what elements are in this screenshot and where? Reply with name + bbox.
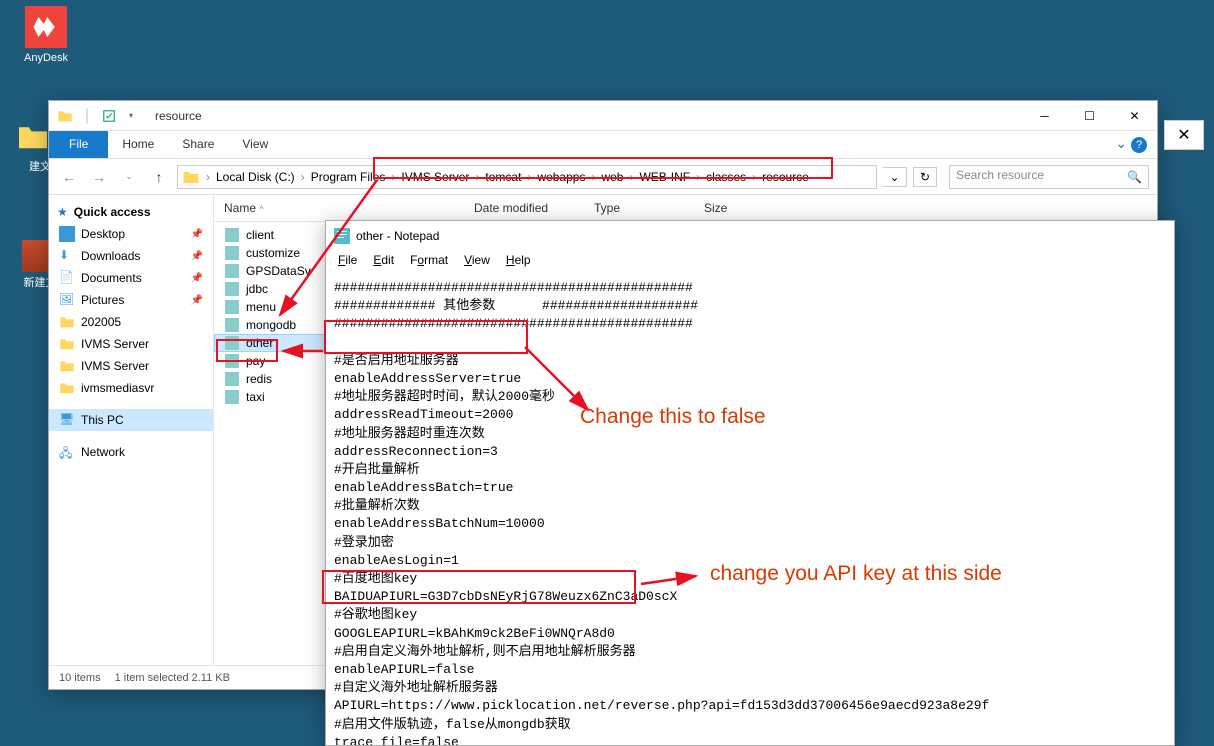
ribbon: File Home Share View ⌄ ? bbox=[49, 131, 1157, 159]
notepad-titlebar: other - Notepad bbox=[326, 221, 1174, 251]
pictures-icon: 🖼 bbox=[59, 292, 75, 308]
nav-up-button[interactable]: ↑ bbox=[147, 165, 171, 189]
column-size[interactable]: Size bbox=[694, 195, 774, 221]
sidebar-item-folder[interactable]: 202005 bbox=[49, 311, 213, 333]
breadcrumb-item[interactable]: WEB-INF bbox=[635, 168, 694, 186]
downloads-icon: ⬇ bbox=[59, 248, 75, 264]
folder-icon bbox=[15, 123, 51, 151]
file-icon bbox=[224, 282, 240, 296]
ribbon-help-button[interactable]: ⌄ ? bbox=[1105, 131, 1157, 158]
ribbon-share-tab[interactable]: Share bbox=[168, 131, 228, 158]
file-icon bbox=[224, 300, 240, 314]
menu-file[interactable]: File bbox=[330, 251, 365, 273]
file-icon bbox=[224, 318, 240, 332]
ribbon-home-tab[interactable]: Home bbox=[108, 131, 168, 158]
sidebar-item-this-pc[interactable]: 🖥This PC bbox=[49, 409, 213, 431]
documents-icon: 📄 bbox=[59, 270, 75, 286]
breadcrumb[interactable]: › Local Disk (C:)› Program Files› IVMS S… bbox=[177, 165, 877, 189]
refresh-button[interactable]: ↻ bbox=[913, 167, 937, 187]
nav-forward-button[interactable]: → bbox=[87, 165, 111, 189]
menu-edit[interactable]: Edit bbox=[365, 251, 402, 273]
qat-properties[interactable] bbox=[99, 106, 119, 126]
sidebar-item-network[interactable]: 🖧Network bbox=[49, 441, 213, 463]
desktop-icon-label: AnyDesk bbox=[24, 52, 68, 64]
breadcrumb-item[interactable]: web bbox=[597, 168, 627, 186]
folder-icon bbox=[182, 169, 200, 185]
menu-view[interactable]: View bbox=[456, 251, 498, 273]
maximize-button[interactable]: ☐ bbox=[1067, 101, 1112, 131]
folder-icon bbox=[59, 380, 75, 396]
pin-icon: 📌 bbox=[191, 251, 203, 262]
notepad-window: other - Notepad File Edit Format View He… bbox=[325, 220, 1175, 746]
ribbon-file-tab[interactable]: File bbox=[49, 131, 108, 158]
breadcrumb-item[interactable]: classes bbox=[702, 168, 750, 186]
titlebar: | ▾ resource ─ ☐ ✕ bbox=[49, 101, 1157, 131]
notepad-content[interactable]: ########################################… bbox=[326, 273, 1174, 745]
menu-format[interactable]: Format bbox=[402, 251, 456, 273]
column-type[interactable]: Type bbox=[584, 195, 694, 221]
file-icon bbox=[224, 354, 240, 368]
qat-separator: | bbox=[77, 106, 97, 126]
folder-icon bbox=[59, 314, 75, 330]
search-input[interactable]: Search resource 🔍 bbox=[949, 165, 1149, 189]
folder-icon bbox=[55, 106, 75, 126]
file-icon bbox=[224, 246, 240, 260]
nav-dropdown-button[interactable]: ⌄ bbox=[883, 167, 907, 187]
folder-icon bbox=[59, 336, 75, 352]
sidebar-item-folder[interactable]: IVMS Server bbox=[49, 333, 213, 355]
notepad-icon bbox=[334, 228, 350, 244]
status-selected: 1 item selected 2.11 KB bbox=[115, 672, 230, 684]
nav-recent-dropdown[interactable]: ⌄ bbox=[117, 165, 141, 189]
column-date[interactable]: Date modified bbox=[464, 195, 584, 221]
folder-icon bbox=[59, 358, 75, 374]
navbar: ← → ⌄ ↑ › Local Disk (C:)› Program Files… bbox=[49, 159, 1157, 195]
breadcrumb-item[interactable]: resource bbox=[758, 168, 813, 186]
breadcrumb-item[interactable]: IVMS Server bbox=[397, 168, 473, 186]
search-placeholder: Search resource bbox=[956, 168, 1044, 182]
notepad-menubar: File Edit Format View Help bbox=[326, 251, 1174, 273]
qat-dropdown[interactable]: ▾ bbox=[121, 106, 141, 126]
pc-icon: 🖥 bbox=[59, 412, 75, 428]
columns-header: Name ^ Date modified Type Size bbox=[214, 195, 1157, 222]
breadcrumb-item[interactable]: Local Disk (C:) bbox=[212, 168, 299, 186]
nav-back-button[interactable]: ← bbox=[57, 165, 81, 189]
sidebar-item-folder[interactable]: ivmsmediasvr bbox=[49, 377, 213, 399]
pin-icon: 📌 bbox=[191, 273, 203, 284]
breadcrumb-item[interactable]: tomcat bbox=[481, 168, 525, 186]
sidebar-quick-access[interactable]: ★ Quick access bbox=[49, 201, 213, 223]
pin-icon: 📌 bbox=[191, 229, 203, 240]
star-icon: ★ bbox=[57, 205, 68, 219]
window-title: resource bbox=[155, 109, 202, 123]
ribbon-view-tab[interactable]: View bbox=[228, 131, 282, 158]
desktop-icon-anydesk[interactable]: AnyDesk bbox=[16, 6, 76, 64]
desktop-icon bbox=[59, 226, 75, 242]
network-icon: 🖧 bbox=[59, 444, 75, 460]
anydesk-icon bbox=[25, 6, 67, 48]
sidebar-item-downloads[interactable]: ⬇Downloads📌 bbox=[49, 245, 213, 267]
status-count: 10 items bbox=[59, 672, 101, 684]
menu-help[interactable]: Help bbox=[498, 251, 539, 273]
sidebar-item-pictures[interactable]: 🖼Pictures📌 bbox=[49, 289, 213, 311]
file-icon bbox=[224, 336, 240, 350]
sidebar-item-documents[interactable]: 📄Documents📌 bbox=[49, 267, 213, 289]
pin-icon: 📌 bbox=[191, 295, 203, 306]
close-button[interactable]: ✕ bbox=[1112, 101, 1157, 131]
file-icon bbox=[224, 228, 240, 242]
search-icon: 🔍 bbox=[1127, 170, 1142, 184]
minimize-button[interactable]: ─ bbox=[1022, 101, 1067, 131]
file-icon bbox=[224, 390, 240, 404]
background-close-button[interactable]: ✕ bbox=[1164, 120, 1204, 150]
sidebar-item-folder[interactable]: IVMS Server bbox=[49, 355, 213, 377]
column-name[interactable]: Name ^ bbox=[214, 195, 464, 221]
file-icon bbox=[224, 372, 240, 386]
sidebar-item-desktop[interactable]: Desktop📌 bbox=[49, 223, 213, 245]
breadcrumb-item[interactable]: webapps bbox=[533, 168, 589, 186]
sidebar: ★ Quick access Desktop📌 ⬇Downloads📌 📄Doc… bbox=[49, 195, 214, 665]
file-icon bbox=[224, 264, 240, 278]
breadcrumb-item[interactable]: Program Files bbox=[307, 168, 390, 186]
notepad-title-text: other - Notepad bbox=[356, 229, 439, 243]
